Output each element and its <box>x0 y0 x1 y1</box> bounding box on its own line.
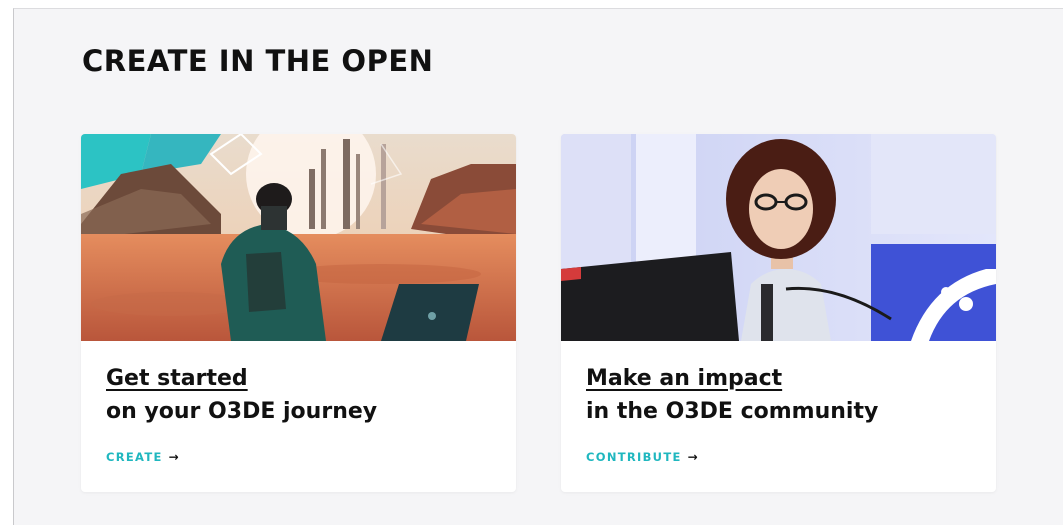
card-make-an-impact[interactable]: Make an impact in the O3DE community CON… <box>561 134 996 492</box>
cta-label: CREATE <box>106 450 163 464</box>
arrow-right-icon: → <box>168 450 181 464</box>
create-cta-link[interactable]: CREATE → <box>106 450 180 464</box>
arrow-right-icon: → <box>687 450 699 464</box>
card-image-desert-explorer <box>81 134 516 341</box>
contribute-cta-link[interactable]: CONTRIBUTE → <box>586 450 699 464</box>
section-title: CREATE IN THE OPEN <box>82 44 434 78</box>
card-subtitle: on your O3DE journey <box>106 399 378 424</box>
card-image-community-speaker <box>561 134 996 341</box>
card-get-started[interactable]: Get started on your O3DE journey CREATE … <box>81 134 516 492</box>
get-started-link[interactable]: Get started <box>106 366 248 391</box>
card-subtitle: in the O3DE community <box>586 399 879 424</box>
cta-label: CONTRIBUTE <box>586 450 682 464</box>
make-an-impact-link[interactable]: Make an impact <box>586 366 782 391</box>
